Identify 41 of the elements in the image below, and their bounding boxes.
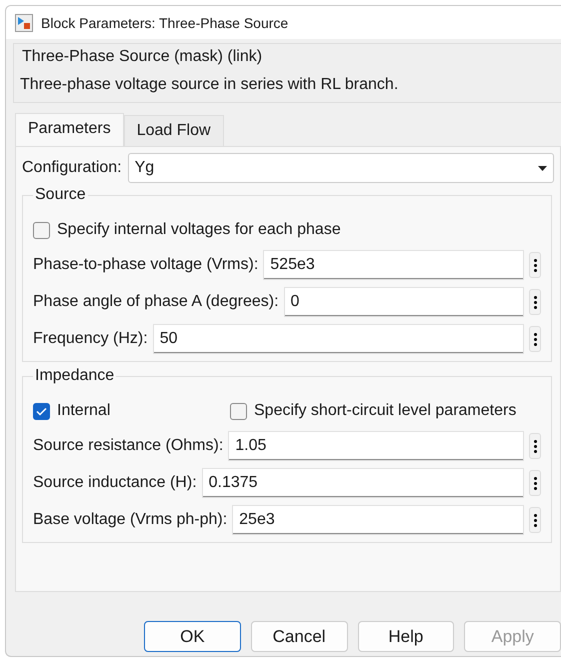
more-options-button[interactable] <box>529 433 541 459</box>
more-options-button[interactable] <box>529 507 541 533</box>
checkbox[interactable]: Specify short-circuit level parameters <box>230 402 516 420</box>
field-label: Phase-to-phase voltage (Vrms): <box>33 256 258 274</box>
dialog-button[interactable]: Cancel <box>250 621 348 652</box>
input-field[interactable]: 0 <box>284 288 523 316</box>
field-label: Phase angle of phase A (degrees): <box>33 293 279 311</box>
dialog-button[interactable]: OK <box>144 621 241 652</box>
block-icon <box>15 14 33 32</box>
field-label: Source resistance (Ohms): <box>33 437 224 455</box>
window-title: Block Parameters: Three-Phase Source <box>41 14 288 30</box>
field-label: Frequency (Hz): <box>33 330 148 348</box>
tab[interactable]: Parameters <box>15 113 124 146</box>
field-label: Base voltage (Vrms ph-ph): <box>33 511 228 529</box>
caret-icon <box>538 166 547 170</box>
field-label: Configuration: <box>22 159 122 177</box>
more-options-button[interactable] <box>529 252 541 278</box>
input-field[interactable]: 525e3 <box>264 251 523 279</box>
more-options-button[interactable] <box>529 289 541 315</box>
group-title: Impedance <box>33 367 116 385</box>
checkmark-icon <box>36 406 47 416</box>
input-field[interactable]: 0.1375 <box>202 469 523 497</box>
more-icon <box>534 514 536 526</box>
input-field[interactable]: 25e3 <box>233 506 523 534</box>
input-field[interactable]: 50 <box>154 325 523 353</box>
mask-description: Three-phase voltage source in series with RL branch. <box>19 75 400 94</box>
field-label: Source inductance (H): <box>33 474 197 492</box>
checkbox[interactable]: Specify internal voltages for each phase <box>33 221 341 239</box>
more-icon <box>534 440 536 452</box>
configuration-dropdown[interactable]: Yg <box>128 153 554 183</box>
mask-title: Three-Phase Source (mask) (link) <box>22 47 262 66</box>
more-icon <box>534 296 536 308</box>
checkbox[interactable]: Internal <box>33 402 230 420</box>
more-icon <box>534 258 536 272</box>
tab[interactable]: Load Flow <box>124 115 224 146</box>
more-icon <box>534 476 536 490</box>
more-options-button[interactable] <box>529 326 541 352</box>
more-options-button[interactable] <box>529 470 541 496</box>
more-icon <box>534 332 536 346</box>
dialog-button[interactable]: Help <box>358 621 454 652</box>
input-field[interactable]: 1.05 <box>229 432 523 460</box>
